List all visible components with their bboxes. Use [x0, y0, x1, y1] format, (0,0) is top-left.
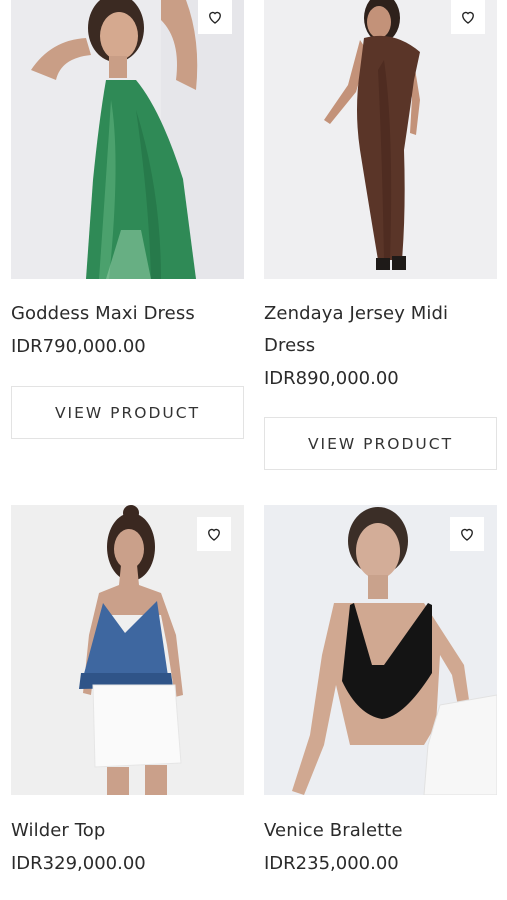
- product-price: IDR235,000.00: [264, 853, 399, 874]
- product-name[interactable]: Venice Bralette: [264, 815, 497, 847]
- product-image[interactable]: [264, 0, 497, 279]
- heart-outline-icon: [209, 11, 221, 24]
- product-card-venice-bralette[interactable]: Venice Bralette IDR235,000.00: [264, 505, 497, 900]
- view-product-button[interactable]: VIEW PRODUCT: [11, 386, 244, 439]
- product-image[interactable]: [11, 0, 244, 279]
- wishlist-button[interactable]: [197, 517, 231, 551]
- wishlist-button[interactable]: [198, 0, 232, 34]
- product-name[interactable]: Wilder Top: [11, 815, 244, 847]
- product-name[interactable]: Goddess Maxi Dress: [11, 298, 244, 330]
- product-card-goddess-maxi-dress[interactable]: Goddess Maxi Dress IDR790,000.00 VIEW PR…: [11, 0, 244, 440]
- page-edge: [500, 0, 507, 900]
- heart-outline-icon: [208, 528, 220, 541]
- product-price: IDR790,000.00: [11, 336, 146, 357]
- product-card-wilder-top[interactable]: Wilder Top IDR329,000.00: [11, 505, 244, 900]
- heart-outline-icon: [462, 11, 474, 24]
- view-product-button[interactable]: VIEW PRODUCT: [264, 417, 497, 470]
- wishlist-button[interactable]: [451, 0, 485, 34]
- product-name[interactable]: Zendaya Jersey Midi Dress: [264, 298, 497, 362]
- product-price: IDR890,000.00: [264, 368, 399, 389]
- heart-outline-icon: [461, 528, 473, 541]
- product-card-zendaya-jersey-midi-dress[interactable]: Zendaya Jersey Midi Dress IDR890,000.00 …: [264, 0, 497, 470]
- product-price: IDR329,000.00: [11, 853, 146, 874]
- wishlist-button[interactable]: [450, 517, 484, 551]
